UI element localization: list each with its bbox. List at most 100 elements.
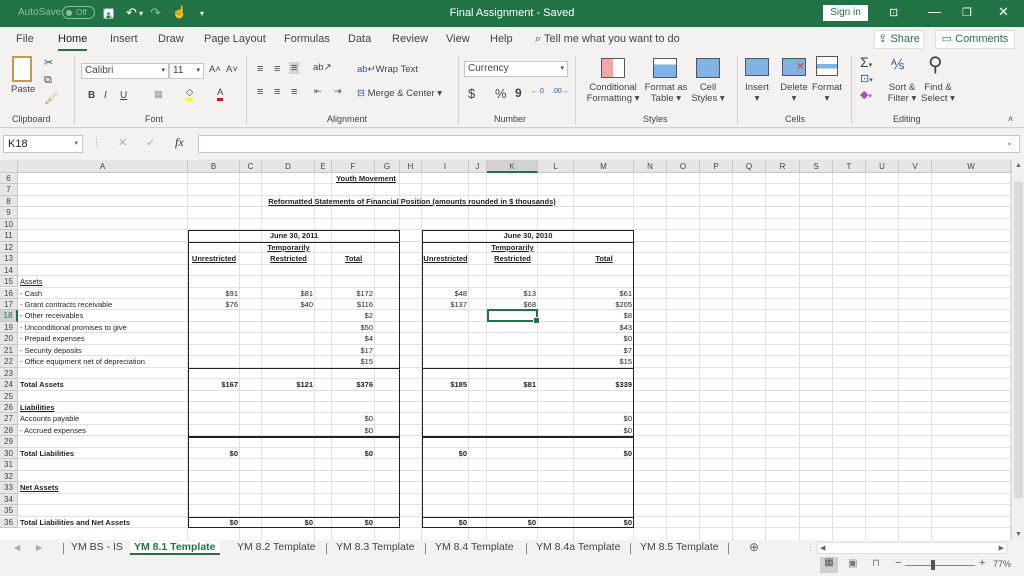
sort-filter-button[interactable]: Sort & Filter ▾ <box>884 82 920 104</box>
minimize-icon[interactable]: — <box>928 4 941 19</box>
row-header[interactable]: 14 <box>0 264 18 277</box>
clear-icon[interactable]: ◆▾ <box>860 88 872 101</box>
value-cell[interactable]: $68 <box>487 299 536 310</box>
row-header[interactable]: 24 <box>0 379 18 391</box>
tab-draw[interactable]: Draw <box>158 33 184 45</box>
sheet-tab[interactable]: YM 8.4a Template <box>536 541 620 553</box>
prev-sheet-icon[interactable]: ◀ <box>14 543 20 552</box>
underline-button[interactable]: U <box>120 90 127 101</box>
tab-splitter-icon[interactable]: ⋮ <box>806 542 815 553</box>
zoom-slider-thumb[interactable] <box>931 560 935 570</box>
value-cell[interactable]: $0 <box>574 425 632 436</box>
name-box[interactable]: K18 ▾ <box>3 135 83 153</box>
value-cell[interactable]: $0 <box>574 517 632 528</box>
column-header[interactable]: J <box>469 160 487 173</box>
find-select-button[interactable]: Find & Select ▾ <box>920 82 956 104</box>
cell-styles-icon[interactable] <box>696 58 720 78</box>
value-cell[interactable]: $0 <box>487 517 536 528</box>
row-header[interactable]: 6 <box>0 173 18 185</box>
zoom-level[interactable]: 77% <box>993 559 1011 569</box>
zoom-out-button[interactable]: − <box>895 557 901 569</box>
row-header[interactable]: 12 <box>0 241 18 254</box>
column-header[interactable]: G <box>375 160 400 173</box>
value-cell[interactable]: $0 <box>574 413 632 424</box>
orientation-icon[interactable]: ab↗ <box>313 62 332 73</box>
align-middle-icon[interactable]: ≡ <box>274 63 280 75</box>
paste-button[interactable]: Paste <box>11 84 35 95</box>
merge-center-button[interactable]: ⊟ Merge & Center ▾ <box>357 88 442 99</box>
insert-cells-icon[interactable] <box>745 58 769 76</box>
value-cell[interactable]: $0 <box>332 448 373 459</box>
column-header[interactable]: W <box>932 160 1011 173</box>
column-header[interactable]: M <box>574 160 634 173</box>
sheet-tab[interactable]: YM 8.3 Template <box>336 541 415 553</box>
value-cell[interactable]: $137 <box>422 299 467 310</box>
horizontal-scrollbar[interactable]: ◀ ▶ <box>817 542 1007 554</box>
value-cell[interactable]: $2 <box>332 310 373 321</box>
zoom-in-button[interactable]: + <box>979 557 985 569</box>
value-cell[interactable]: $0 <box>332 425 373 436</box>
row-header[interactable]: 16 <box>0 287 18 299</box>
scroll-down-icon[interactable]: ▼ <box>1015 531 1022 538</box>
vertical-scroll-thumb[interactable] <box>1014 182 1023 498</box>
find-icon[interactable]: ⚲ <box>928 52 943 77</box>
page-layout-view-icon[interactable]: ▣ <box>848 558 857 569</box>
value-cell[interactable]: $81 <box>262 288 313 299</box>
column-header[interactable]: C <box>240 160 262 173</box>
value-cell[interactable]: $172 <box>332 288 373 299</box>
sheet-tab[interactable]: YM 8.4 Template <box>435 541 514 553</box>
row-header[interactable]: 23 <box>0 367 18 380</box>
delete-cells-button[interactable]: Delete ▾ <box>777 82 811 104</box>
collapse-ribbon-icon[interactable]: ˄ <box>1008 114 1013 124</box>
value-cell[interactable]: $0 <box>188 517 238 528</box>
column-header[interactable]: I <box>422 160 469 173</box>
scroll-right-icon[interactable]: ▶ <box>999 544 1004 552</box>
row-header[interactable]: 17 <box>0 298 18 311</box>
column-header[interactable]: P <box>700 160 733 173</box>
align-bottom-icon[interactable]: ≡ <box>289 62 300 74</box>
comments-button[interactable]: ▭ Comments <box>935 30 1015 49</box>
insert-cells-button[interactable]: Insert ▾ <box>743 82 771 104</box>
value-cell[interactable]: $43 <box>574 322 632 333</box>
format-as-table-icon[interactable] <box>653 58 677 78</box>
row-header[interactable]: 20 <box>0 333 18 345</box>
value-cell[interactable]: $61 <box>574 288 632 299</box>
accounting-format-button[interactable]: $ <box>468 86 475 101</box>
font-name-dropdown[interactable]: Calibri ▾ <box>81 63 169 79</box>
row-header[interactable]: 15 <box>0 276 18 288</box>
value-cell[interactable]: $0 <box>188 448 238 459</box>
zoom-slider[interactable] <box>905 565 975 566</box>
comma-style-button[interactable]: 9 <box>515 86 522 100</box>
row-header[interactable]: 13 <box>0 253 18 265</box>
column-header[interactable]: R <box>766 160 800 173</box>
decrease-indent-icon[interactable]: ⇤ <box>314 86 322 97</box>
column-header[interactable]: T <box>833 160 866 173</box>
row-header[interactable]: 9 <box>0 207 18 219</box>
share-button[interactable]: ⇪ Share <box>874 30 924 49</box>
number-format-dropdown[interactable]: Currency ▾ <box>464 61 568 77</box>
fill-color-icon[interactable]: ◇ <box>186 87 194 101</box>
row-header[interactable]: 18 <box>0 310 18 322</box>
value-cell[interactable]: $0 <box>574 333 632 344</box>
sheet-tab-active[interactable]: YM 8.1 Template <box>130 541 220 555</box>
column-header[interactable]: L <box>538 160 574 173</box>
normal-view-icon[interactable]: ▦ <box>820 557 838 573</box>
tab-file[interactable]: File <box>16 33 34 45</box>
value-cell[interactable]: $0 <box>332 517 373 528</box>
value-cell[interactable]: $0 <box>332 413 373 424</box>
formula-input[interactable]: ⌄ <box>198 135 1020 153</box>
tab-insert[interactable]: Insert <box>110 33 138 45</box>
conditional-formatting-icon[interactable] <box>601 58 625 78</box>
value-cell[interactable]: $0 <box>422 517 467 528</box>
value-cell[interactable]: $376 <box>332 379 373 390</box>
sheet-tab[interactable]: YM 8.2 Template <box>237 541 316 553</box>
value-cell[interactable]: $13 <box>487 288 536 299</box>
tab-review[interactable]: Review <box>392 33 428 45</box>
value-cell[interactable]: $81 <box>487 379 536 390</box>
next-sheet-icon[interactable]: ▶ <box>36 543 42 552</box>
row-header[interactable]: 10 <box>0 218 18 231</box>
row-header[interactable]: 31 <box>0 459 18 471</box>
conditional-formatting-button[interactable]: Conditional Formatting ▾ <box>585 82 641 104</box>
cut-icon[interactable]: ✂ <box>44 56 53 69</box>
restore-icon[interactable]: ❐ <box>962 6 972 19</box>
